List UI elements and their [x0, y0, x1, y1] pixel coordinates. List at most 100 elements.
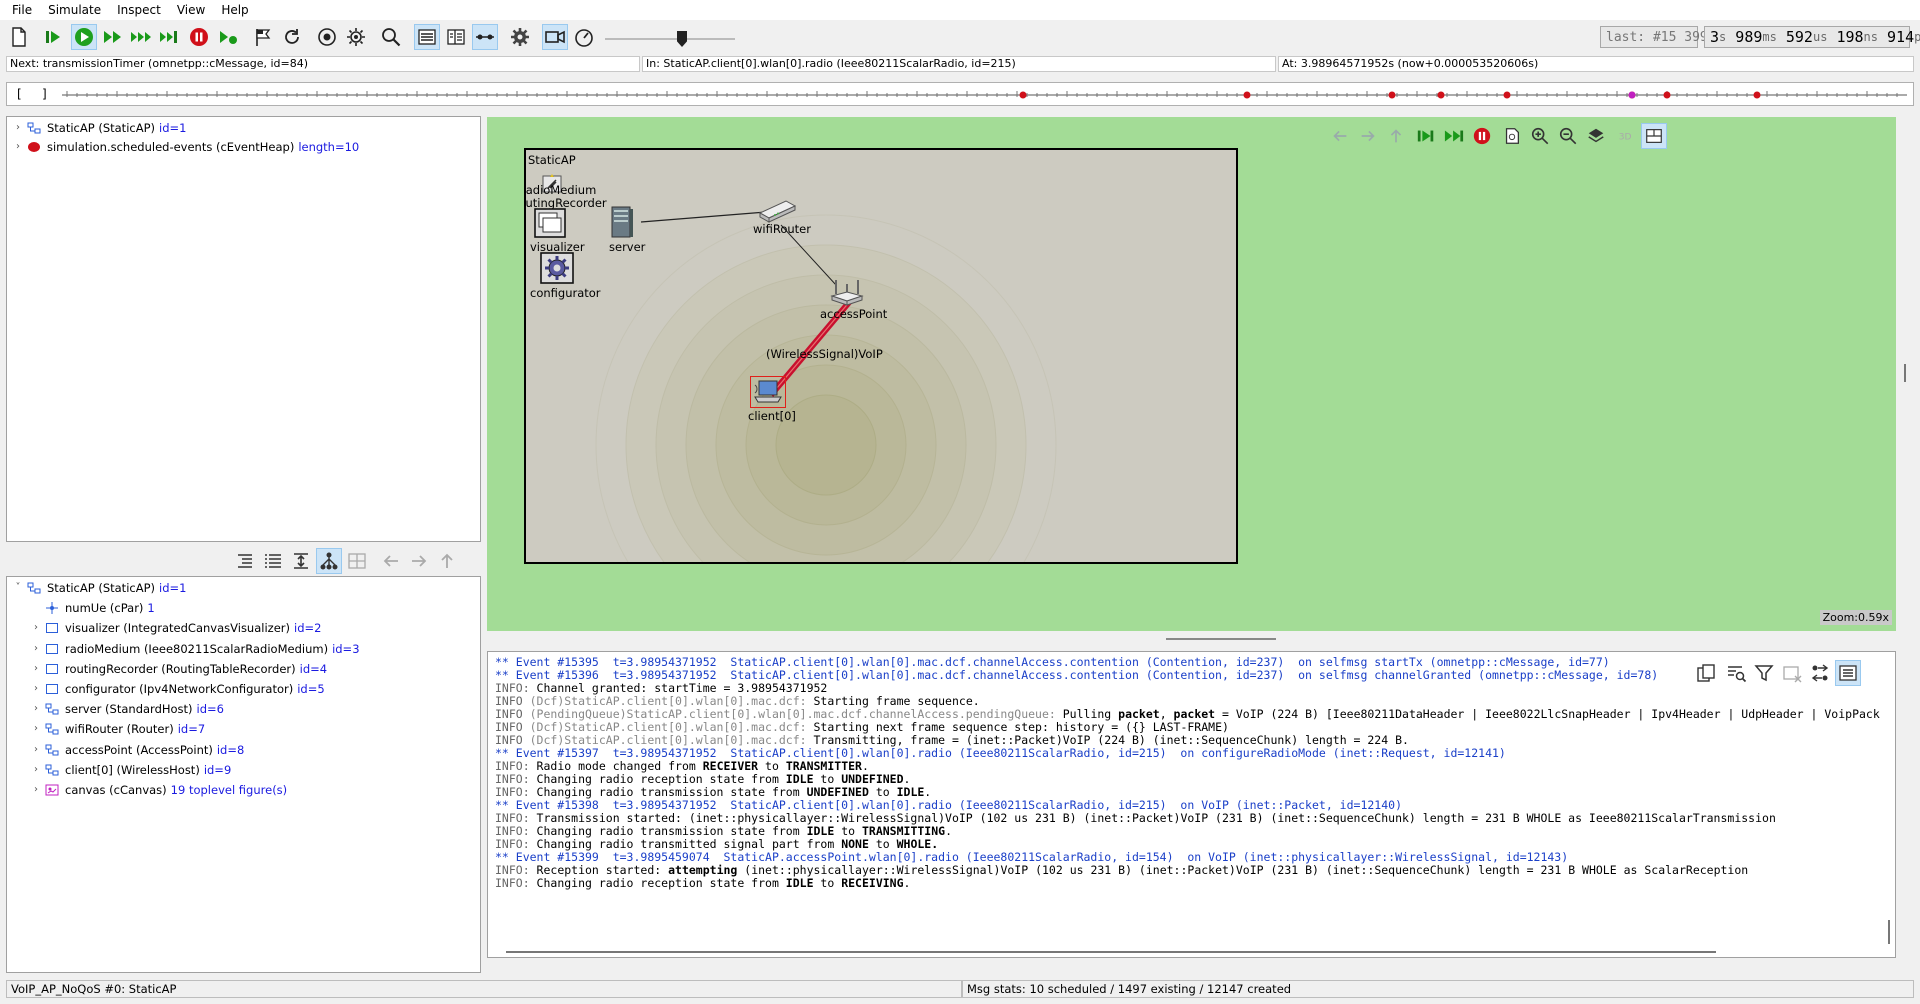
- expand-icon[interactable]: ›: [29, 720, 43, 738]
- server-icon[interactable]: [609, 206, 635, 238]
- forward-icon[interactable]: [406, 548, 432, 574]
- up-icon[interactable]: [434, 548, 460, 574]
- module-tree-item[interactable]: › canvas (cCanvas) 19 toplevel figure(s): [29, 781, 287, 799]
- visualizer-icon[interactable]: [534, 208, 566, 238]
- find-icon[interactable]: [378, 24, 404, 50]
- run-until-icon[interactable]: [156, 24, 182, 50]
- event-log-panel[interactable]: ** Event #15395 t=3.98954371952 StaticAP…: [487, 651, 1896, 958]
- new-file-icon[interactable]: [6, 24, 32, 50]
- zoom-in-icon[interactable]: [1527, 123, 1553, 149]
- vertical-scrollbar[interactable]: [1888, 920, 1890, 944]
- splitter-handle[interactable]: [1166, 638, 1276, 640]
- expand-icon[interactable]: ›: [29, 660, 43, 678]
- inspector-list-icon[interactable]: [414, 24, 440, 50]
- canvas-back-icon[interactable]: [1327, 123, 1353, 149]
- express-run-icon[interactable]: [128, 24, 154, 50]
- animation-speed-slider[interactable]: [605, 31, 735, 47]
- tree-item-scheduled-events[interactable]: › simulation.scheduled-events (cEventHea…: [11, 138, 359, 156]
- timeline-event-marker[interactable]: [1243, 91, 1251, 99]
- staticap-module[interactable]: StaticAP radioMedium routingRecorder vis…: [524, 148, 1238, 564]
- menu-file[interactable]: File: [4, 3, 40, 17]
- collapse-all-icon[interactable]: [232, 548, 258, 574]
- 3d-view-icon[interactable]: 3D: [1613, 123, 1639, 149]
- menu-inspect[interactable]: Inspect: [109, 3, 169, 17]
- layout-icon[interactable]: [344, 548, 370, 574]
- split-view-icon[interactable]: [443, 24, 469, 50]
- video-icon[interactable]: [542, 24, 568, 50]
- restart-icon[interactable]: [279, 24, 305, 50]
- module-tree-item[interactable]: › server (StandardHost) id=6: [29, 700, 224, 718]
- canvas-scrollbar[interactable]: [1904, 364, 1906, 382]
- module-tree-item[interactable]: › client[0] (WirelessHost) id=9: [29, 761, 231, 779]
- menu-view[interactable]: View: [169, 3, 213, 17]
- list-view-icon[interactable]: [260, 548, 286, 574]
- link-icon[interactable]: [472, 24, 498, 50]
- client-selection-box[interactable]: [750, 376, 786, 408]
- run-icon[interactable]: [71, 24, 97, 50]
- timeline-event-marker[interactable]: [1437, 91, 1445, 99]
- timeline-event-marker[interactable]: [1388, 91, 1396, 99]
- expand-icon[interactable]: ›: [11, 138, 25, 156]
- expand-icon[interactable]: ›: [29, 761, 43, 779]
- expand-icon[interactable]: ›: [29, 781, 43, 799]
- timeline-event-marker[interactable]: [1503, 91, 1511, 99]
- clear-log-icon[interactable]: [1779, 660, 1805, 686]
- canvas-layout-icon[interactable]: [1641, 123, 1667, 149]
- horizontal-scrollbar[interactable]: [506, 951, 1716, 953]
- layers-icon[interactable]: [1583, 123, 1609, 149]
- expand-icon[interactable]: ›: [29, 619, 43, 637]
- event-timeline[interactable]: [ ]: [6, 82, 1914, 106]
- log-mode-icon[interactable]: [1835, 660, 1861, 686]
- canvas-copy-icon[interactable]: [1499, 123, 1525, 149]
- menu-help[interactable]: Help: [213, 3, 256, 17]
- back-icon[interactable]: [378, 548, 404, 574]
- copy-icon[interactable]: [1693, 660, 1719, 686]
- expand-icon[interactable]: ›: [11, 119, 25, 137]
- filter-icon[interactable]: [1751, 660, 1777, 686]
- timeline-event-marker[interactable]: [1663, 91, 1671, 99]
- expand-icon[interactable]: ›: [29, 640, 43, 658]
- network-canvas[interactable]: StaticAP radioMedium routingRecorder vis…: [487, 117, 1896, 631]
- canvas-up-icon[interactable]: [1383, 123, 1409, 149]
- module-id: id=7: [177, 722, 206, 737]
- rebuild-network-icon[interactable]: [250, 24, 276, 50]
- timeline-event-marker[interactable]: [1019, 91, 1027, 99]
- canvas-forward-icon[interactable]: [1355, 123, 1381, 149]
- slider-handle[interactable]: [677, 31, 687, 47]
- module-tree-item[interactable]: › configurator (Ipv4NetworkConfigurator) i…: [29, 680, 325, 698]
- preferences-icon[interactable]: [343, 24, 369, 50]
- canvas-fast-icon[interactable]: [1441, 123, 1467, 149]
- expand-icon[interactable]: ›: [29, 680, 43, 698]
- module-tree-item[interactable]: › wifiRouter (Router) id=7: [29, 720, 205, 738]
- step-icon[interactable]: [40, 24, 66, 50]
- stop-icon[interactable]: [186, 24, 212, 50]
- zoom-out-icon[interactable]: [1555, 123, 1581, 149]
- module-tree-item[interactable]: › routingRecorder (RoutingTableRecorder) i…: [29, 660, 327, 678]
- fast-run-icon[interactable]: [100, 24, 126, 50]
- message-mode-icon[interactable]: [1807, 660, 1833, 686]
- expand-icon[interactable]: ›: [29, 700, 43, 718]
- module-tree-item[interactable]: › visualizer (IntegratedCanvasVisualizer)…: [29, 619, 321, 637]
- wifi-router-icon[interactable]: [757, 198, 797, 224]
- canvas-step-icon[interactable]: [1413, 123, 1439, 149]
- configurator-icon[interactable]: [540, 252, 574, 284]
- expand-icon[interactable]: ›: [29, 741, 43, 759]
- settings-icon[interactable]: [507, 24, 533, 50]
- module-tree-item[interactable]: numUe (cPar) 1: [29, 599, 155, 617]
- debug-next-icon[interactable]: [215, 24, 241, 50]
- animation-speed-icon[interactable]: [571, 24, 597, 50]
- canvas-stop-icon[interactable]: [1469, 123, 1495, 149]
- menu-simulate[interactable]: Simulate: [40, 3, 109, 17]
- expand-icon[interactable]: ˅: [11, 579, 25, 597]
- access-point-icon[interactable]: [830, 278, 864, 306]
- find-in-log-icon[interactable]: [1723, 660, 1749, 686]
- module-tree-item[interactable]: ˅ StaticAP (StaticAP) id=1: [11, 579, 187, 597]
- record-icon[interactable]: [314, 24, 340, 50]
- tree-mode-icon[interactable]: [316, 548, 342, 574]
- timeline-event-marker-special[interactable]: [1628, 91, 1636, 99]
- module-tree-item[interactable]: › radioMedium (Ieee80211ScalarRadioMedium…: [29, 640, 360, 658]
- fit-icon[interactable]: [288, 548, 314, 574]
- timeline-event-marker[interactable]: [1753, 91, 1761, 99]
- module-tree-item[interactable]: › accessPoint (AccessPoint) id=8: [29, 741, 244, 759]
- tree-item-staticap[interactable]: › StaticAP (StaticAP) id=1: [11, 119, 186, 137]
